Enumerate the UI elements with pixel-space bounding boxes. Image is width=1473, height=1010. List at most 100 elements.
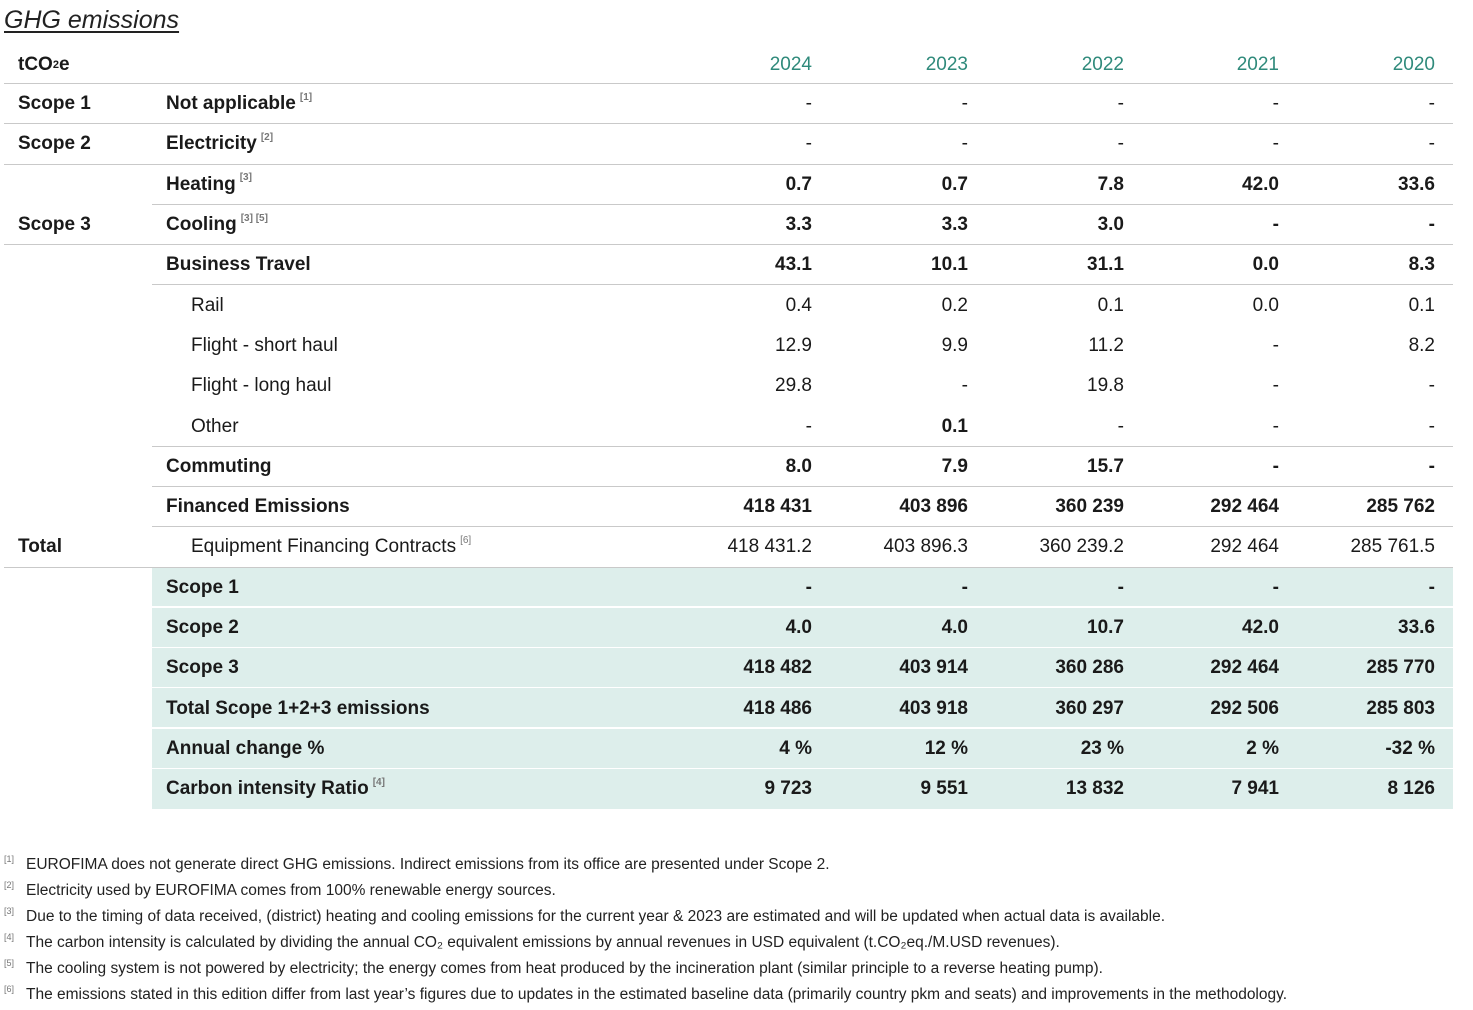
value-cell: 292 464 <box>1210 536 1279 558</box>
row-label: Flight - long haul <box>191 366 335 406</box>
value-cell: - <box>1117 133 1124 155</box>
year-header: 2021 <box>1236 54 1279 75</box>
table-row: Flight - short haul 12.9 9.9 11.2 - 8.2 <box>4 326 1453 366</box>
value-cell: 292 464 <box>1210 496 1279 518</box>
footnote: [2] Electricity used by EUROFIMA comes fr… <box>4 878 1464 904</box>
footnote-text: Electricity used by EUROFIMA comes from … <box>26 882 556 899</box>
footnote-mark: [5] <box>4 958 15 968</box>
table-row: Scope 2 Electricity [2] - - - - - <box>4 124 1453 165</box>
total-value-cell: 403 914 <box>899 657 968 679</box>
footnote-mark: [3] <box>4 906 15 916</box>
value-cell: - <box>961 133 968 155</box>
total-row: Total Scope 1+2+3 emissions 418 486 403 91… <box>4 688 1453 729</box>
total-value-cell: 13 832 <box>1065 778 1124 800</box>
total-row-label: Scope 2 <box>166 608 243 648</box>
footnote: [3] Due to the timing of data received, (… <box>4 904 1464 930</box>
scope-group-label: Scope 1 <box>18 93 91 115</box>
value-cell: 3.0 <box>1097 214 1124 236</box>
row-label-text: Cooling <box>166 214 237 236</box>
total-row-label: Total Scope 1+2+3 emissions <box>166 688 434 728</box>
value-cell: 8.0 <box>785 455 812 477</box>
ghg-table: tCO 2 e 2024 2023 2022 2021 2020 Scope 1 No… <box>4 46 1453 810</box>
footnote-text: The emissions stated in this edition dif… <box>26 986 1288 1003</box>
total-value-cell: 10.7 <box>1087 617 1124 638</box>
total-row-label: Scope 1 <box>166 568 243 608</box>
total-value-cell: 292 506 <box>1210 697 1279 719</box>
total-label-text: Total Scope 1+2+3 emissions <box>166 697 430 719</box>
value-cell: - <box>1272 214 1279 236</box>
total-value-cell: 2 % <box>1246 737 1279 759</box>
total-value-cell: 9 551 <box>920 778 968 800</box>
total-value-cell: 4 % <box>779 737 812 759</box>
year-header: 2024 <box>769 54 812 75</box>
row-label-text: Financed Emissions <box>166 496 350 518</box>
table-row: Other - 0.1 - - - <box>4 406 1453 447</box>
scope-group-label: Scope 3 <box>18 214 91 236</box>
value-cell: 0.0 <box>1252 294 1279 316</box>
value-cell: 285 761.5 <box>1350 536 1435 558</box>
total-value-cell: 12 % <box>924 737 968 759</box>
row-label: Electricity [2] <box>166 124 273 164</box>
footnote: [4] The carbon intensity is calculated by… <box>4 930 1464 956</box>
scope-group-label: Scope 2 <box>18 133 91 155</box>
row-label-text: Business Travel <box>166 254 311 276</box>
footnote-ref: [3] [5] <box>240 212 268 224</box>
value-cell: 43.1 <box>775 254 812 276</box>
footnote: [6] The emissions stated in this edition … <box>4 982 1464 1008</box>
total-row: Annual change % 4 % 12 % 23 % 2 % -32 % <box>4 728 1453 770</box>
total-row: Scope 3 418 482 403 914 360 286 292 464 285 7… <box>4 648 1453 689</box>
total-value-cell: 285 803 <box>1366 697 1435 719</box>
total-value-cell: 42.0 <box>1242 617 1279 638</box>
value-cell: - <box>805 415 812 437</box>
row-label-text: Commuting <box>166 455 272 477</box>
row-label: Not applicable [1] <box>166 84 312 124</box>
footnote-ref: [2] <box>260 131 274 143</box>
value-cell: 0.1 <box>941 415 968 437</box>
total-value-cell: -32 % <box>1385 737 1435 759</box>
footnote-text: Due to the timing of data received, (dis… <box>26 908 1166 925</box>
total-label-text: Annual change % <box>166 737 325 759</box>
total-row: Scope 1 - - - - - <box>4 567 1453 608</box>
year-header: 2023 <box>925 54 968 75</box>
table-row: Flight - long haul 29.8 - 19.8 - - <box>4 366 1453 406</box>
value-cell: - <box>805 133 812 155</box>
value-cell: 11.2 <box>1088 334 1124 356</box>
value-cell: 418 431 <box>743 496 812 518</box>
value-cell: 8.2 <box>1408 334 1435 356</box>
total-value-cell: 360 286 <box>1055 657 1124 679</box>
row-label: Cooling [3] [5] <box>166 205 268 245</box>
value-cell: - <box>1272 415 1279 437</box>
value-cell: 360 239 <box>1055 496 1124 518</box>
total-value-cell: - <box>805 576 812 598</box>
row-label-text: Heating <box>166 173 236 195</box>
value-cell: 10.1 <box>931 254 968 276</box>
footnote-text: The cooling system is not powered by ele… <box>26 960 1103 977</box>
total-label-text: Carbon intensity Ratio <box>166 778 369 800</box>
unit-label: tCO 2 e <box>18 54 70 75</box>
table-row: Financed Emissions 418 431 403 896 360 239 2… <box>4 487 1453 528</box>
value-cell: - <box>1272 455 1279 477</box>
total-value-cell: 418 486 <box>743 697 812 719</box>
row-label: Heating [3] <box>166 165 252 205</box>
total-value-cell: - <box>1117 576 1124 598</box>
value-cell: 42.0 <box>1242 173 1279 195</box>
value-cell: - <box>1428 455 1435 477</box>
row-label: Commuting <box>166 447 276 487</box>
total-value-cell: 7 941 <box>1231 778 1279 800</box>
footnote-ref: [3] <box>239 172 252 184</box>
value-cell: 33.6 <box>1398 173 1435 195</box>
total-row: Carbon intensity Ratio [4] 9 723 9 551 13 83… <box>4 769 1453 810</box>
total-label-text: Scope 3 <box>166 657 239 679</box>
row-label: Other <box>191 406 243 446</box>
value-cell: 403 896 <box>899 496 968 518</box>
total-row-label: Carbon intensity Ratio [4] <box>166 769 385 809</box>
value-cell: - <box>961 93 968 115</box>
total-value-cell: 33.6 <box>1398 617 1435 638</box>
row-label: Business Travel <box>166 245 315 285</box>
table-row: Scope 3 Cooling [3] [5] 3.3 3.3 3.0 - - <box>4 205 1453 246</box>
value-cell: 31.1 <box>1087 254 1124 276</box>
value-cell: - <box>961 375 968 397</box>
value-cell: 3.3 <box>941 214 968 236</box>
value-cell: 285 762 <box>1366 496 1435 518</box>
footnote-ref: [6] <box>460 534 472 546</box>
